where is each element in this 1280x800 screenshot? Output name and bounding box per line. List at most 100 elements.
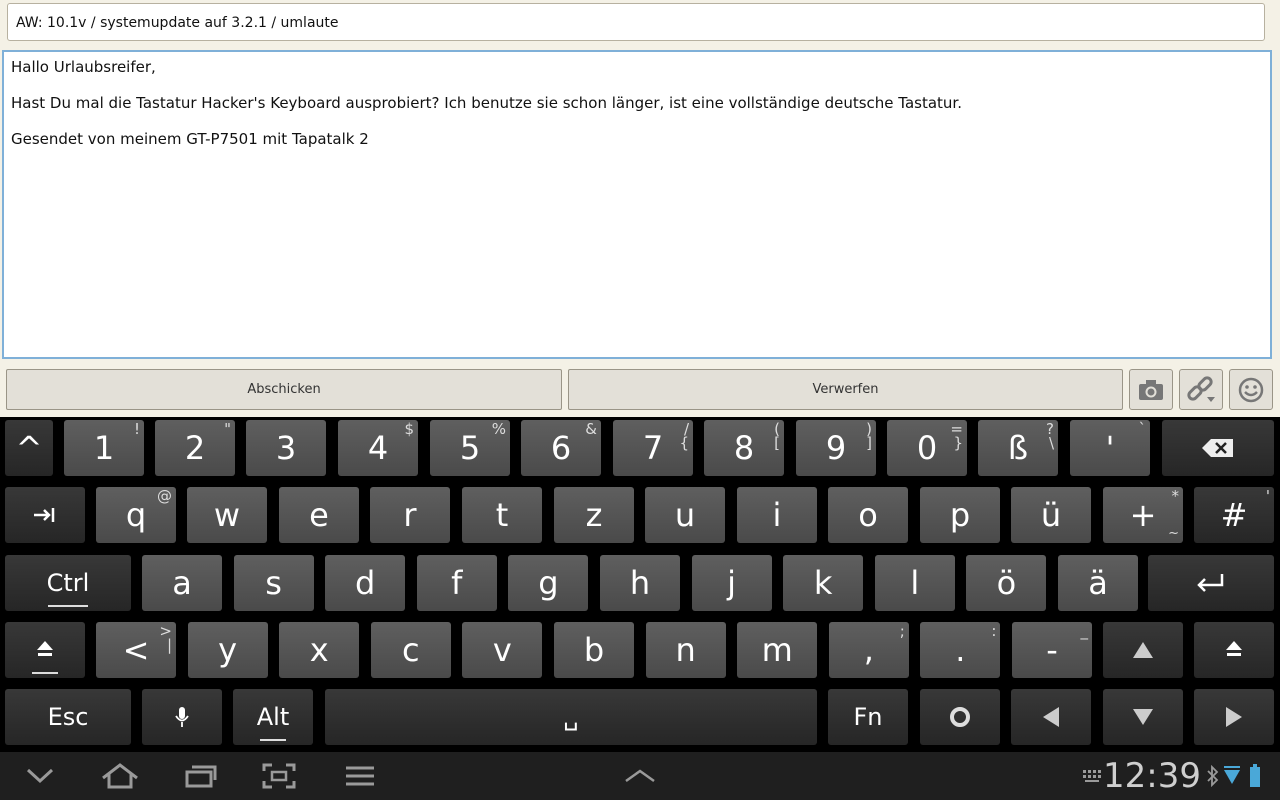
mini-apps-tray-button[interactable]	[620, 752, 660, 800]
home-button[interactable]	[96, 752, 144, 800]
menu-button[interactable]	[340, 752, 380, 800]
shift-left-key[interactable]	[5, 622, 85, 678]
subject-field[interactable]: AW: 10.1v / systemupdate auf 3.2.1 / uml…	[7, 3, 1265, 41]
key-period[interactable]: .:	[920, 622, 1001, 678]
send-button[interactable]: Abschicken	[6, 369, 562, 410]
alt-key[interactable]: Alt	[233, 689, 313, 745]
key-c[interactable]: c	[370, 622, 451, 678]
key-8[interactable]: 8([	[704, 420, 784, 476]
key-4[interactable]: 4 $	[338, 420, 418, 476]
arrow-right-key[interactable]	[1194, 689, 1274, 745]
key-label: n	[675, 631, 696, 669]
key-label: i	[772, 496, 782, 534]
key-label: Fn	[853, 703, 883, 731]
key-l[interactable]: l	[874, 555, 955, 611]
camera-icon	[1139, 379, 1163, 400]
tab-key[interactable]	[5, 487, 85, 543]
key-label: ␣	[563, 703, 579, 731]
key-j[interactable]: j	[691, 555, 772, 611]
key-alt-label: *	[1171, 487, 1180, 505]
key-1[interactable]: 1!	[64, 420, 144, 476]
key-ä[interactable]: ä	[1058, 555, 1138, 611]
backspace-key[interactable]	[1162, 420, 1274, 476]
key-label: e	[309, 496, 329, 534]
key-label: ß	[1007, 429, 1029, 467]
recent-apps-button[interactable]	[180, 752, 222, 800]
key-11[interactable]: ß? \	[978, 420, 1058, 476]
key-+[interactable]: + * ~	[1103, 487, 1183, 543]
key-o[interactable]: o	[828, 487, 908, 543]
tab-icon	[33, 505, 57, 525]
key-k[interactable]: k	[783, 555, 864, 611]
hide-keyboard-button[interactable]	[18, 752, 62, 800]
key-label: d	[355, 564, 376, 602]
key-7[interactable]: 7/{	[613, 420, 693, 476]
key-y[interactable]: y	[187, 622, 268, 678]
key-b[interactable]: b	[554, 622, 634, 678]
key-s[interactable]: s	[233, 555, 314, 611]
shift-icon	[1224, 639, 1244, 661]
key-f[interactable]: f	[416, 555, 497, 611]
camera-button[interactable]	[1129, 369, 1173, 410]
fn-key[interactable]: Fn	[828, 689, 908, 745]
enter-key[interactable]	[1148, 555, 1274, 611]
key-m[interactable]: m	[737, 622, 818, 678]
key-g[interactable]: g	[508, 555, 589, 611]
voice-input-key[interactable]	[142, 689, 222, 745]
arrow-up-key[interactable]	[1103, 622, 1183, 678]
wifi-icon	[1222, 752, 1242, 800]
key-a[interactable]: a	[142, 555, 222, 611]
key-h[interactable]: h	[600, 555, 680, 611]
key-2[interactable]: 2 "	[155, 420, 235, 476]
key-i[interactable]: i	[737, 487, 817, 543]
key-label: 9	[825, 429, 847, 467]
settings-circle-key[interactable]	[920, 689, 1000, 745]
key-alt-label: ~	[1168, 526, 1179, 541]
key-alt-label: :	[991, 622, 997, 640]
key-label: -	[1046, 631, 1058, 669]
key-r[interactable]: r	[370, 487, 450, 543]
key-10[interactable]: 0 =}	[887, 420, 967, 476]
screenshot-button[interactable]	[258, 752, 300, 800]
key-alt-label: {	[679, 434, 689, 452]
key-p[interactable]: p	[920, 487, 1000, 543]
key-x[interactable]: x	[279, 622, 360, 678]
key-u[interactable]: u	[645, 487, 725, 543]
insert-link-button[interactable]	[1179, 369, 1223, 410]
link-icon	[1187, 375, 1215, 402]
shift-right-key[interactable]	[1194, 622, 1274, 678]
battery-icon	[1246, 752, 1264, 800]
emoticon-button[interactable]	[1229, 369, 1273, 410]
key-ü[interactable]: ü	[1011, 487, 1091, 543]
key-minus[interactable]: - _	[1012, 622, 1092, 678]
key-d[interactable]: d	[325, 555, 406, 611]
key-caret[interactable]: ^	[5, 420, 53, 476]
discard-button[interactable]: Verwerfen	[568, 369, 1123, 410]
key-#[interactable]: # '	[1194, 487, 1274, 543]
key-5[interactable]: 5%	[430, 420, 510, 476]
key-t[interactable]: t	[462, 487, 542, 543]
key-e[interactable]: e	[279, 487, 359, 543]
key-9[interactable]: 9)]	[796, 420, 876, 476]
key-q[interactable]: q @	[96, 487, 176, 543]
esc-key[interactable]: Esc	[5, 689, 131, 745]
key-v[interactable]: v	[462, 622, 543, 678]
key-ö[interactable]: ö	[966, 555, 1047, 611]
body-line-signature: Gesendet von meinem GT-P7501 mit Tapatal…	[11, 130, 369, 148]
key-3[interactable]: 3	[246, 420, 326, 476]
key-w[interactable]: w	[187, 487, 267, 543]
key-12[interactable]: ' `	[1070, 420, 1150, 476]
key-label: m	[761, 631, 793, 669]
key-z[interactable]: z	[554, 487, 634, 543]
message-body-field[interactable]: Hallo Urlaubsreifer, Hast Du mal die Tas…	[2, 50, 1272, 359]
arrow-left-key[interactable]	[1011, 689, 1091, 745]
key-less-than[interactable]: < > |	[96, 622, 176, 678]
key-comma[interactable]: ,;	[828, 622, 909, 678]
key-alt-label: `	[1138, 420, 1147, 438]
ctrl-key[interactable]: Ctrl	[5, 555, 131, 611]
key-6[interactable]: 6 &	[521, 420, 601, 476]
key-label: r	[403, 496, 417, 534]
space-key[interactable]: ␣	[325, 689, 817, 745]
key-n[interactable]: n	[645, 622, 726, 678]
arrow-down-key[interactable]	[1103, 689, 1183, 745]
